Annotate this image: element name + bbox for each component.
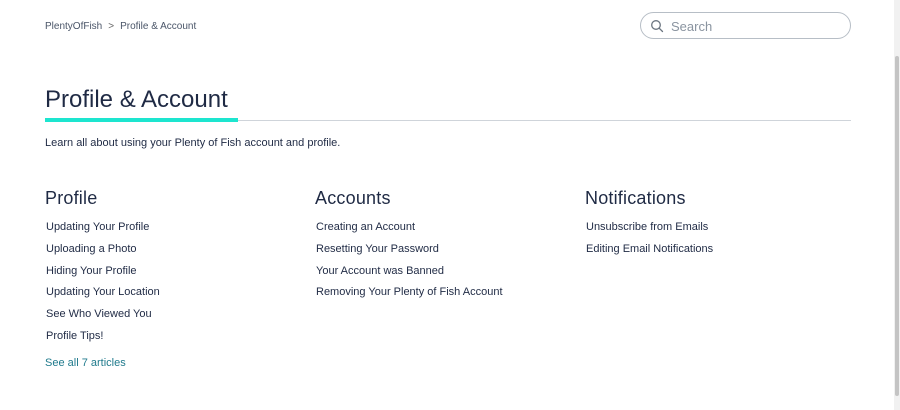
section-heading-notifications: Notifications — [585, 188, 686, 208]
list-item: See Who Viewed You — [46, 304, 160, 326]
article-link[interactable]: Creating an Account — [316, 221, 415, 233]
article-link[interactable]: Updating Your Location — [46, 286, 160, 298]
breadcrumb: PlentyOfFish > Profile & Account — [45, 21, 196, 32]
help-center-page: PlentyOfFish > Profile & Account Profile &… — [0, 0, 900, 410]
page-title: Profile & Account — [45, 86, 228, 113]
page-intro: Learn all about using your Plenty of Fis… — [45, 137, 341, 149]
title-accent-bar — [45, 118, 238, 122]
list-item: Resetting Your Password — [316, 239, 503, 261]
list-item: Updating Your Profile — [46, 217, 160, 239]
section-accounts: Accounts Creating an Account Resetting Y… — [315, 187, 503, 304]
top-bar: PlentyOfFish > Profile & Account — [45, 12, 851, 41]
section-profile: Profile Updating Your Profile Uploading … — [45, 187, 160, 348]
list-item: Unsubscribe from Emails — [586, 217, 713, 239]
search-box[interactable] — [640, 12, 851, 39]
section-heading-accounts: Accounts — [315, 188, 391, 208]
breadcrumb-separator: > — [108, 21, 115, 32]
breadcrumb-current: Profile & Account — [120, 21, 197, 32]
list-item: Uploading a Photo — [46, 239, 160, 261]
article-link[interactable]: See Who Viewed You — [46, 308, 152, 320]
article-link[interactable]: Editing Email Notifications — [586, 243, 713, 255]
article-list-profile: Updating Your Profile Uploading a Photo … — [46, 217, 160, 348]
page-header: Profile & Account — [45, 86, 851, 122]
vertical-scrollbar[interactable] — [894, 0, 900, 410]
article-link[interactable]: Your Account was Banned — [316, 265, 444, 277]
search-icon — [651, 20, 664, 33]
list-item: Hiding Your Profile — [46, 261, 160, 283]
article-link[interactable]: Resetting Your Password — [316, 243, 439, 255]
article-list-accounts: Creating an Account Resetting Your Passw… — [316, 217, 503, 304]
see-all-profile-articles-link[interactable]: See all 7 articles — [45, 357, 126, 369]
list-item: Creating an Account — [316, 217, 503, 239]
article-link[interactable]: Unsubscribe from Emails — [586, 221, 708, 233]
article-link[interactable]: Profile Tips! — [46, 330, 103, 342]
scrollbar-thumb[interactable] — [895, 56, 899, 396]
list-item: Your Account was Banned — [316, 261, 503, 283]
breadcrumb-home-link[interactable]: PlentyOfFish — [45, 21, 102, 32]
article-link[interactable]: Hiding Your Profile — [46, 265, 137, 277]
list-item: Editing Email Notifications — [586, 239, 713, 261]
search-input[interactable] — [669, 17, 843, 36]
article-link[interactable]: Uploading a Photo — [46, 243, 137, 255]
article-link[interactable]: Removing Your Plenty of Fish Account — [316, 286, 503, 298]
section-heading-profile: Profile — [45, 188, 98, 208]
article-list-notifications: Unsubscribe from Emails Editing Email No… — [586, 217, 713, 261]
article-link[interactable]: Updating Your Profile — [46, 221, 149, 233]
list-item: Removing Your Plenty of Fish Account — [316, 282, 503, 304]
list-item: Profile Tips! — [46, 326, 160, 348]
list-item: Updating Your Location — [46, 282, 160, 304]
section-notifications: Notifications Unsubscribe from Emails Ed… — [585, 187, 713, 261]
